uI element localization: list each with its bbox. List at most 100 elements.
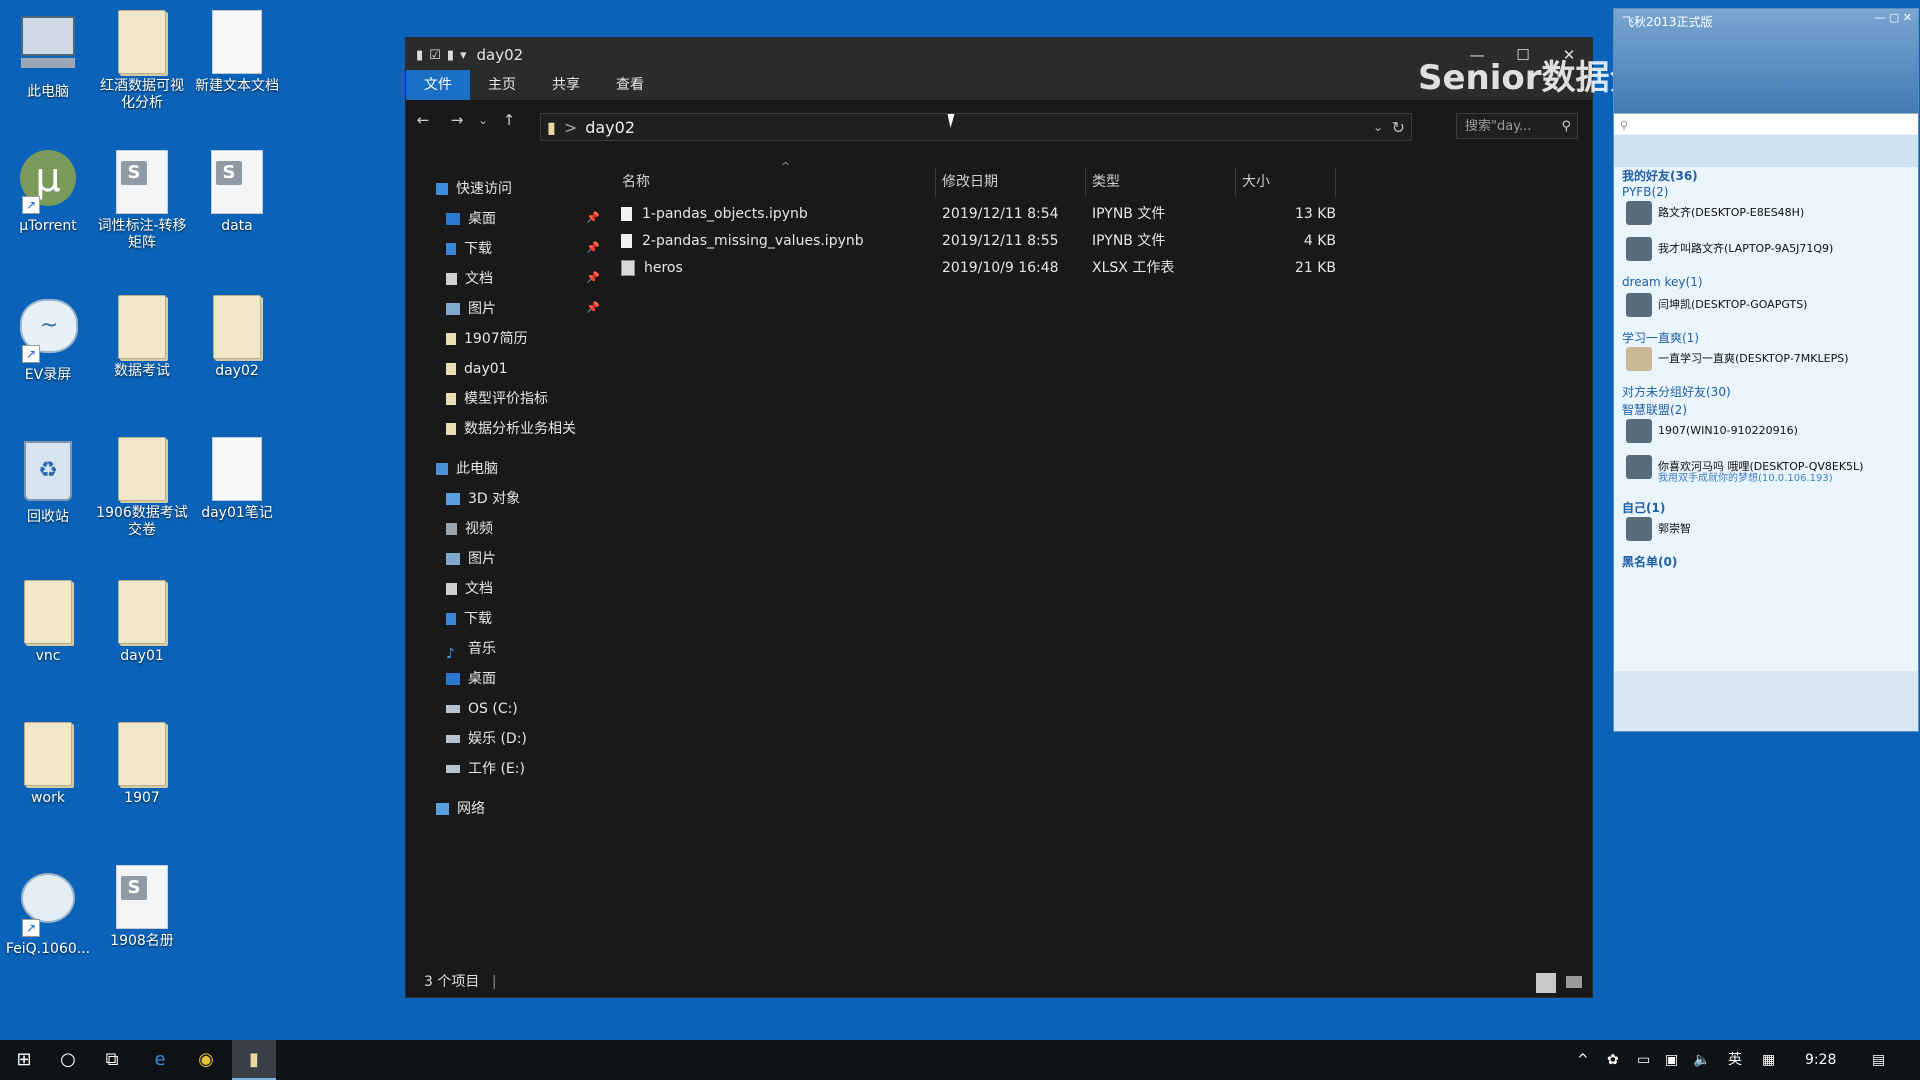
feiq-group-self[interactable]: 自己(1) bbox=[1622, 499, 1665, 516]
clock[interactable]: 9:28 bbox=[1805, 1040, 1836, 1080]
desktop-icon-new-text[interactable]: 新建文本文档 bbox=[190, 10, 284, 95]
properties-icon[interactable]: ☑ bbox=[429, 48, 441, 63]
feiq-member[interactable]: 你喜欢河马吗 哦哩(DESKTOP-QV8EK5L) 我用双手成就你的梦想(10.… bbox=[1626, 455, 1863, 484]
desktop-icon-day01[interactable]: day01 bbox=[95, 580, 189, 665]
desktop-icon-this-pc[interactable]: 此电脑 bbox=[1, 10, 95, 101]
nav-this-pc[interactable]: 此电脑 bbox=[436, 458, 498, 480]
customize-toolbar-icon[interactable]: ▾ bbox=[460, 48, 467, 63]
feiq-group-ungrouped[interactable]: 对方未分组好友(30) bbox=[1622, 383, 1731, 400]
feiq-member[interactable]: 我才叫路文齐(LAPTOP-9A5J71Q9) bbox=[1626, 237, 1833, 261]
breadcrumb-day02[interactable]: day02 bbox=[585, 118, 635, 137]
feiq-group-blacklist[interactable]: 黑名单(0) bbox=[1622, 553, 1677, 570]
pin-icon[interactable]: 📌 bbox=[586, 241, 600, 254]
edge-browser-icon[interactable]: e bbox=[140, 1040, 180, 1080]
desktop-icon-ev-recorder[interactable]: ~ ↗ EV录屏 bbox=[1, 295, 95, 384]
recent-locations-icon[interactable]: ⌄ bbox=[474, 114, 492, 127]
battery-icon[interactable]: ▭ bbox=[1637, 1040, 1650, 1080]
column-header-name[interactable]: 名称 bbox=[616, 168, 936, 196]
feiq-member[interactable]: 郭崇智 bbox=[1626, 517, 1691, 541]
column-header-type[interactable]: 类型 bbox=[1086, 168, 1236, 196]
nav-downloads[interactable]: 下载 bbox=[446, 238, 492, 260]
notification-icon[interactable]: ▤ bbox=[1872, 1040, 1885, 1080]
keyboard-grid-icon[interactable]: ▦ bbox=[1762, 1040, 1775, 1080]
up-icon[interactable]: ↑ bbox=[492, 111, 526, 129]
search-circle-icon[interactable]: ○ bbox=[48, 1040, 88, 1080]
nav-drive-c[interactable]: OS (C:) bbox=[446, 698, 518, 720]
desktop-icon-work[interactable]: work bbox=[1, 722, 95, 807]
tab-home[interactable]: 主页 bbox=[470, 70, 534, 100]
details-view-icon[interactable] bbox=[1536, 973, 1556, 993]
nav-music[interactable]: ♪ 音乐 bbox=[446, 638, 496, 662]
forward-icon[interactable]: → bbox=[440, 111, 474, 129]
nav-data-analysis-business[interactable]: 数据分析业务相关 bbox=[446, 418, 576, 440]
desktop-icon-1907[interactable]: 1907 bbox=[95, 722, 189, 807]
desktop-icon-feiq[interactable]: ↗ FeiQ.1060... bbox=[1, 865, 95, 958]
desktop-icon-pos-tagging[interactable]: S 词性标注-转移矩阵 bbox=[95, 150, 189, 252]
desktop-icon-day01-notes[interactable]: day01笔记 bbox=[190, 437, 284, 522]
nav-desktop[interactable]: 桌面 bbox=[446, 208, 496, 230]
file-explorer-taskbar-icon[interactable]: ▮ bbox=[232, 1040, 276, 1080]
desktop-icon-data-exam[interactable]: 数据考试 bbox=[95, 295, 189, 380]
desktop-icon-utorrent[interactable]: µ ↗ µTorrent bbox=[1, 150, 95, 235]
tab-view[interactable]: 查看 bbox=[598, 70, 662, 100]
nav-day01[interactable]: day01 bbox=[446, 358, 508, 380]
nav-model-metrics[interactable]: 模型评价指标 bbox=[446, 388, 548, 410]
feiq-window-controls[interactable]: — ▢ ✕ bbox=[1874, 11, 1912, 24]
nav-quick-access[interactable]: 快速访问 bbox=[436, 178, 512, 200]
nav-drive-d[interactable]: 娱乐 (D:) bbox=[446, 728, 527, 750]
input-method-indicator[interactable]: 英 bbox=[1728, 1040, 1742, 1080]
large-icons-view-icon[interactable] bbox=[1566, 976, 1582, 988]
back-icon[interactable]: ← bbox=[406, 111, 440, 129]
nav-pc-downloads[interactable]: 下载 bbox=[446, 608, 492, 630]
desktop-icon-data[interactable]: S data bbox=[190, 150, 284, 235]
nav-drive-e[interactable]: 工作 (E:) bbox=[446, 758, 525, 780]
volume-muted-icon[interactable]: 🔈 bbox=[1693, 1040, 1710, 1080]
column-header-size[interactable]: 大小 bbox=[1236, 168, 1336, 196]
nav-3d-objects[interactable]: 3D 对象 bbox=[446, 488, 520, 510]
nav-videos[interactable]: 视频 bbox=[446, 518, 493, 540]
feiq-member[interactable]: 1907(WIN10-910220916) bbox=[1626, 419, 1798, 443]
pin-icon[interactable]: 📌 bbox=[586, 271, 600, 284]
file-row[interactable]: heros 2019/10/9 16:48 XLSX 工作表 21 KB bbox=[616, 257, 1376, 279]
tab-file[interactable]: 文件 bbox=[406, 70, 470, 100]
pin-icon[interactable]: 📌 bbox=[586, 301, 600, 314]
network-tray-icon[interactable]: ▣ bbox=[1665, 1040, 1678, 1080]
nav-pc-pictures[interactable]: 图片 bbox=[446, 548, 496, 570]
feiq-group-pyfb[interactable]: PYFB(2) bbox=[1622, 185, 1668, 199]
address-bar[interactable]: ▮ > day02 ⌄ ↻ bbox=[540, 113, 1412, 141]
column-header-date[interactable]: 修改日期 bbox=[936, 168, 1086, 196]
desktop-icon-1906-exam[interactable]: 1906数据考试交卷 bbox=[95, 437, 189, 539]
feiq-group-dream-key[interactable]: dream key(1) bbox=[1622, 275, 1703, 289]
feiq-group-alliance[interactable]: 智慧联盟(2) bbox=[1622, 401, 1687, 418]
feiq-member[interactable]: 路文齐(DESKTOP-E8ES48H) bbox=[1626, 201, 1804, 225]
feiq-member[interactable]: 一直学习一直爽(DESKTOP-7MKLEPS) bbox=[1626, 347, 1848, 371]
address-dropdown-icon[interactable]: ⌄ bbox=[1373, 120, 1383, 134]
pin-icon[interactable]: 📌 bbox=[586, 211, 600, 224]
desktop-icon-wine-analysis[interactable]: 红酒数据可视化分析 bbox=[95, 10, 189, 112]
nav-documents[interactable]: 文档 bbox=[446, 268, 493, 290]
file-row[interactable]: 2-pandas_missing_values.ipynb 2019/12/11… bbox=[616, 230, 1376, 252]
nav-1907-resume[interactable]: 1907简历 bbox=[446, 328, 528, 350]
feiq-group-study[interactable]: 学习一直爽(1) bbox=[1622, 329, 1699, 346]
show-hidden-icons-icon[interactable]: ^ bbox=[1577, 1040, 1589, 1080]
feiq-search-input[interactable]: ⚲ bbox=[1614, 113, 1918, 134]
desktop-icon-1908-roster[interactable]: S 1908名册 bbox=[95, 865, 189, 950]
file-row[interactable]: 1-pandas_objects.ipynb 2019/12/11 8:54 I… bbox=[616, 203, 1376, 225]
desktop-icon-vnc[interactable]: vnc bbox=[1, 580, 95, 665]
refresh-icon[interactable]: ↻ bbox=[1392, 118, 1405, 137]
nav-network[interactable]: 网络 bbox=[436, 798, 485, 820]
new-folder-icon[interactable]: ▮ bbox=[447, 48, 454, 63]
desktop-icon-day02[interactable]: day02 bbox=[190, 295, 284, 380]
feiq-group-my-friends[interactable]: 我的好友(36) bbox=[1622, 167, 1698, 184]
nav-pictures[interactable]: 图片 bbox=[446, 298, 496, 320]
start-windows-icon[interactable]: ⊞ bbox=[4, 1040, 44, 1080]
task-view-icon[interactable]: ⧉ bbox=[92, 1040, 132, 1080]
tray-app-icon[interactable]: ✿ bbox=[1607, 1040, 1619, 1080]
search-icon[interactable]: ⚲ bbox=[1561, 114, 1571, 140]
nav-pc-documents[interactable]: 文档 bbox=[446, 578, 493, 600]
tab-share[interactable]: 共享 bbox=[534, 70, 598, 100]
search-input[interactable]: 搜索"day... ⚲ bbox=[1456, 113, 1578, 139]
feiq-member[interactable]: 闫坤凯(DESKTOP-GOAPGTS) bbox=[1626, 293, 1807, 317]
desktop-icon-recycle-bin[interactable]: ♻ 回收站 bbox=[1, 437, 95, 526]
chrome-browser-icon[interactable]: ◉ bbox=[186, 1040, 226, 1080]
